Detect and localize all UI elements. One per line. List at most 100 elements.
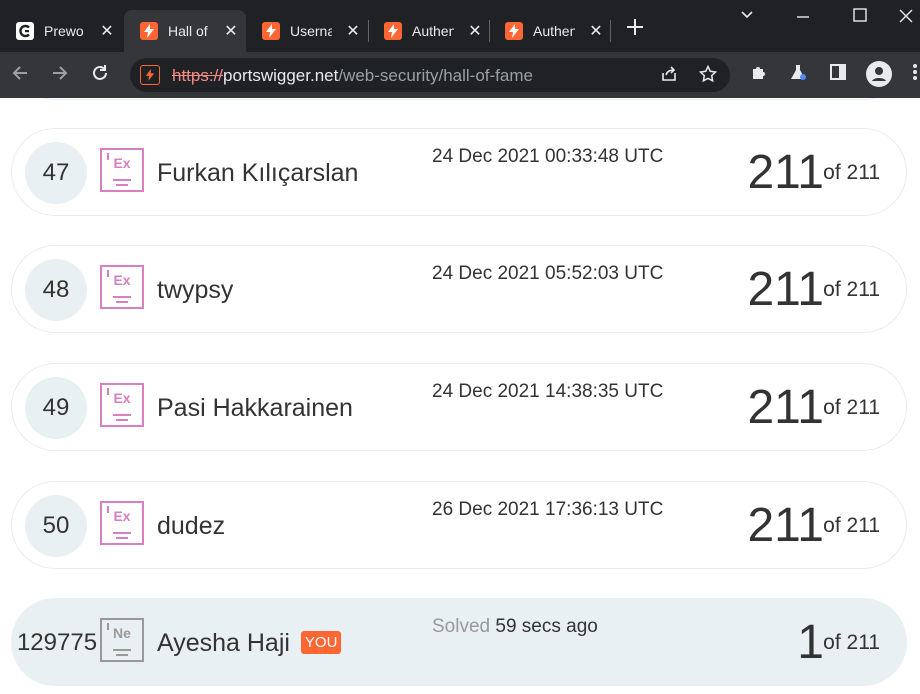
hall-of-fame-list: 47 Ex Furkan Kılıçarslan 24 Dec 2021 00:… — [0, 98, 920, 694]
user-name: Furkan Kılıçarslan — [157, 159, 359, 187]
tab-separator — [610, 20, 611, 42]
back-icon[interactable] — [10, 63, 30, 88]
address-bar[interactable]: https://portswigger.net/web-security/hal… — [130, 58, 730, 92]
site-info-icon[interactable] — [140, 65, 160, 85]
badge-line — [116, 654, 128, 656]
expert-level-badge-icon: Ex — [100, 265, 144, 309]
badge-line — [116, 184, 128, 186]
completion-date: 24 Dec 2021 05:52:03 UTC — [432, 263, 664, 284]
share-icon[interactable] — [660, 65, 678, 88]
tab-title: Prewo — [44, 23, 84, 39]
rank-circle: 50 — [25, 495, 87, 557]
url-scheme: https:// — [172, 66, 224, 85]
badge-line — [113, 414, 131, 416]
badge-line — [113, 649, 131, 651]
badge-label: Ex — [113, 390, 131, 406]
current-user-name: Ayesha Haji — [157, 629, 290, 657]
menu-kebab-icon[interactable] — [912, 63, 918, 86]
you-badge: YOU — [300, 631, 342, 654]
close-icon[interactable]: ✕ — [589, 21, 603, 41]
completion-date: 24 Dec 2021 00:33:48 UTC — [432, 146, 664, 167]
score: 1 — [797, 616, 824, 669]
badge-line — [116, 537, 128, 539]
user-name: twypsy — [157, 276, 234, 304]
score: 211 — [747, 263, 824, 316]
badge-label: Ex — [113, 508, 131, 524]
portswigger-icon — [505, 22, 523, 40]
portswigger-icon — [384, 22, 402, 40]
minimize-icon[interactable] — [796, 8, 810, 27]
novice-level-badge-icon: Ne — [100, 618, 144, 662]
completion-date: 26 Dec 2021 17:36:13 UTC — [432, 499, 664, 520]
score-total: of 211 — [823, 278, 880, 301]
tab-title: Userna — [290, 23, 332, 39]
badge-label: Ex — [113, 155, 131, 171]
expert-level-badge-icon: Ex — [100, 501, 144, 545]
solved-status: Solved 59 secs ago — [432, 616, 598, 638]
score-total: of 211 — [823, 631, 880, 654]
leaderboard-row-partial — [11, 98, 907, 100]
leaderboard-row: 48 Ex twypsy 24 Dec 2021 05:52:03 UTC 21… — [11, 245, 907, 333]
side-panel-icon[interactable] — [829, 63, 847, 86]
score: 211 — [747, 499, 824, 552]
solved-time: 59 secs ago — [495, 616, 598, 637]
solved-label: Solved — [432, 616, 491, 637]
close-icon[interactable]: ✕ — [468, 21, 482, 41]
leaderboard-row: 50 Ex dudez 26 Dec 2021 17:36:13 UTC 211… — [11, 481, 907, 569]
score: 211 — [747, 146, 824, 199]
forward-icon[interactable] — [50, 63, 70, 88]
browser-toolbar: https://portswigger.net/web-security/hal… — [0, 52, 920, 98]
badge-line — [113, 532, 131, 534]
maximize-icon[interactable] — [853, 8, 867, 27]
close-window-icon[interactable] — [898, 8, 914, 29]
badge-line — [116, 419, 128, 421]
tab-username[interactable]: Userna ✕ — [246, 10, 368, 52]
badge-line — [116, 301, 128, 303]
close-icon[interactable]: ✕ — [100, 21, 114, 41]
user-name: Pasi Hakkarainen — [157, 394, 353, 422]
rank-circle: 48 — [25, 259, 87, 321]
badge-label: Ne — [113, 625, 131, 641]
user-name: dudez — [157, 512, 226, 540]
expert-level-badge-icon: Ex — [100, 148, 144, 192]
tab-authentication-1[interactable]: Authen ✕ — [368, 10, 490, 52]
tab-title: Authen — [412, 23, 454, 39]
labs-flask-icon[interactable] — [789, 63, 807, 86]
reload-icon[interactable] — [90, 63, 110, 88]
user-name: Ayesha Haji YOU — [157, 629, 342, 658]
badge-line — [113, 179, 131, 181]
tab-hall-of-fame[interactable]: Hall of ✕ — [124, 10, 246, 52]
rank-circle: 47 — [25, 142, 87, 204]
tab-title: Hall of — [168, 23, 208, 39]
tab-authentication-2[interactable]: Authen ✕ — [489, 10, 611, 52]
url-text[interactable]: https://portswigger.net/web-security/hal… — [172, 66, 533, 86]
page-favicon-icon — [16, 22, 34, 40]
portswigger-icon — [140, 22, 158, 40]
tab-prewo[interactable]: Prewo ✕ — [0, 10, 122, 52]
completion-date: 24 Dec 2021 14:38:35 UTC — [432, 381, 664, 402]
score-total: of 211 — [823, 161, 880, 184]
tab-title: Authen — [533, 23, 575, 39]
bookmark-star-icon[interactable] — [698, 64, 718, 88]
badge-label: Ex — [113, 272, 131, 288]
rank-number: 129775 — [16, 629, 98, 656]
url-path: /web-security/hall-of-fame — [338, 66, 533, 85]
score-total: of 211 — [823, 396, 880, 419]
url-host: portswigger.net — [223, 66, 339, 85]
profile-avatar-icon[interactable] — [866, 61, 892, 92]
leaderboard-row: 49 Ex Pasi Hakkarainen 24 Dec 2021 14:38… — [11, 363, 907, 451]
new-tab-icon[interactable] — [626, 17, 644, 41]
portswigger-icon — [262, 22, 280, 40]
tab-search-icon[interactable] — [740, 8, 754, 27]
close-icon[interactable]: ✕ — [346, 21, 360, 41]
current-user-row: 129775 Ne Ayesha Haji YOU Solved 59 secs… — [11, 598, 907, 686]
score-total: of 211 — [823, 514, 880, 537]
tab-strip: Prewo ✕ Hall of ✕ Userna ✕ Authen ✕ Auth… — [0, 0, 920, 52]
extensions-icon[interactable] — [750, 63, 768, 86]
expert-level-badge-icon: Ex — [100, 383, 144, 427]
score: 211 — [747, 381, 824, 434]
close-icon[interactable]: ✕ — [224, 21, 238, 41]
leaderboard-row: 47 Ex Furkan Kılıçarslan 24 Dec 2021 00:… — [11, 128, 907, 216]
rank-circle: 49 — [25, 377, 87, 439]
badge-line — [113, 296, 131, 298]
